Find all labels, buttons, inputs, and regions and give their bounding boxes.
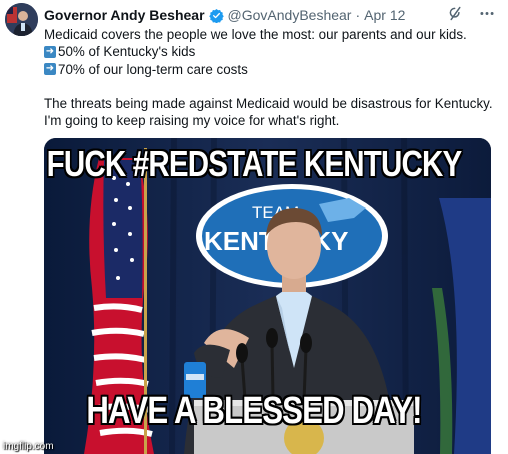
- tweet-line: 70% of our long-term care costs: [58, 61, 248, 77]
- tweet-line: 50% of Kentucky's kids: [58, 44, 196, 60]
- author-name[interactable]: Governor Andy Beshear: [44, 7, 205, 23]
- grok-icon[interactable]: [447, 5, 464, 27]
- imgflip-watermark: imgflip.com: [3, 441, 54, 452]
- tweet-line: I'm going to keep raising my voice for w…: [44, 113, 340, 129]
- separator-dot: ·: [355, 7, 361, 23]
- tweet-line: Medicaid covers the people we love the m…: [44, 27, 467, 42]
- meme-bottom-text: HAVE A BLESSED DAY!: [86, 390, 422, 432]
- tweet-actions: [447, 5, 496, 27]
- meme-top-text: FUCK #REDSTATE KENTUCKY: [46, 143, 462, 184]
- arrow-right-icon: ➜: [44, 63, 56, 76]
- tweet-bullet: ➜ 70% of our long-term care costs: [44, 61, 500, 78]
- tweet-date[interactable]: Apr 12: [364, 7, 405, 23]
- tweet-line: The threats being made against Medicaid …: [44, 96, 493, 112]
- arrow-right-icon: ➜: [44, 45, 56, 58]
- author-handle[interactable]: @GovAndyBeshear: [228, 7, 352, 23]
- more-icon[interactable]: [478, 5, 496, 27]
- tweet-bullet: ➜ 50% of Kentucky's kids: [44, 43, 500, 60]
- avatar[interactable]: [5, 3, 38, 36]
- tweet-text: Medicaid covers the people we love the m…: [44, 26, 500, 130]
- verified-badge-icon: [208, 8, 224, 23]
- tweet-author: Governor Andy Beshear @GovAndyBeshear · …: [44, 6, 405, 24]
